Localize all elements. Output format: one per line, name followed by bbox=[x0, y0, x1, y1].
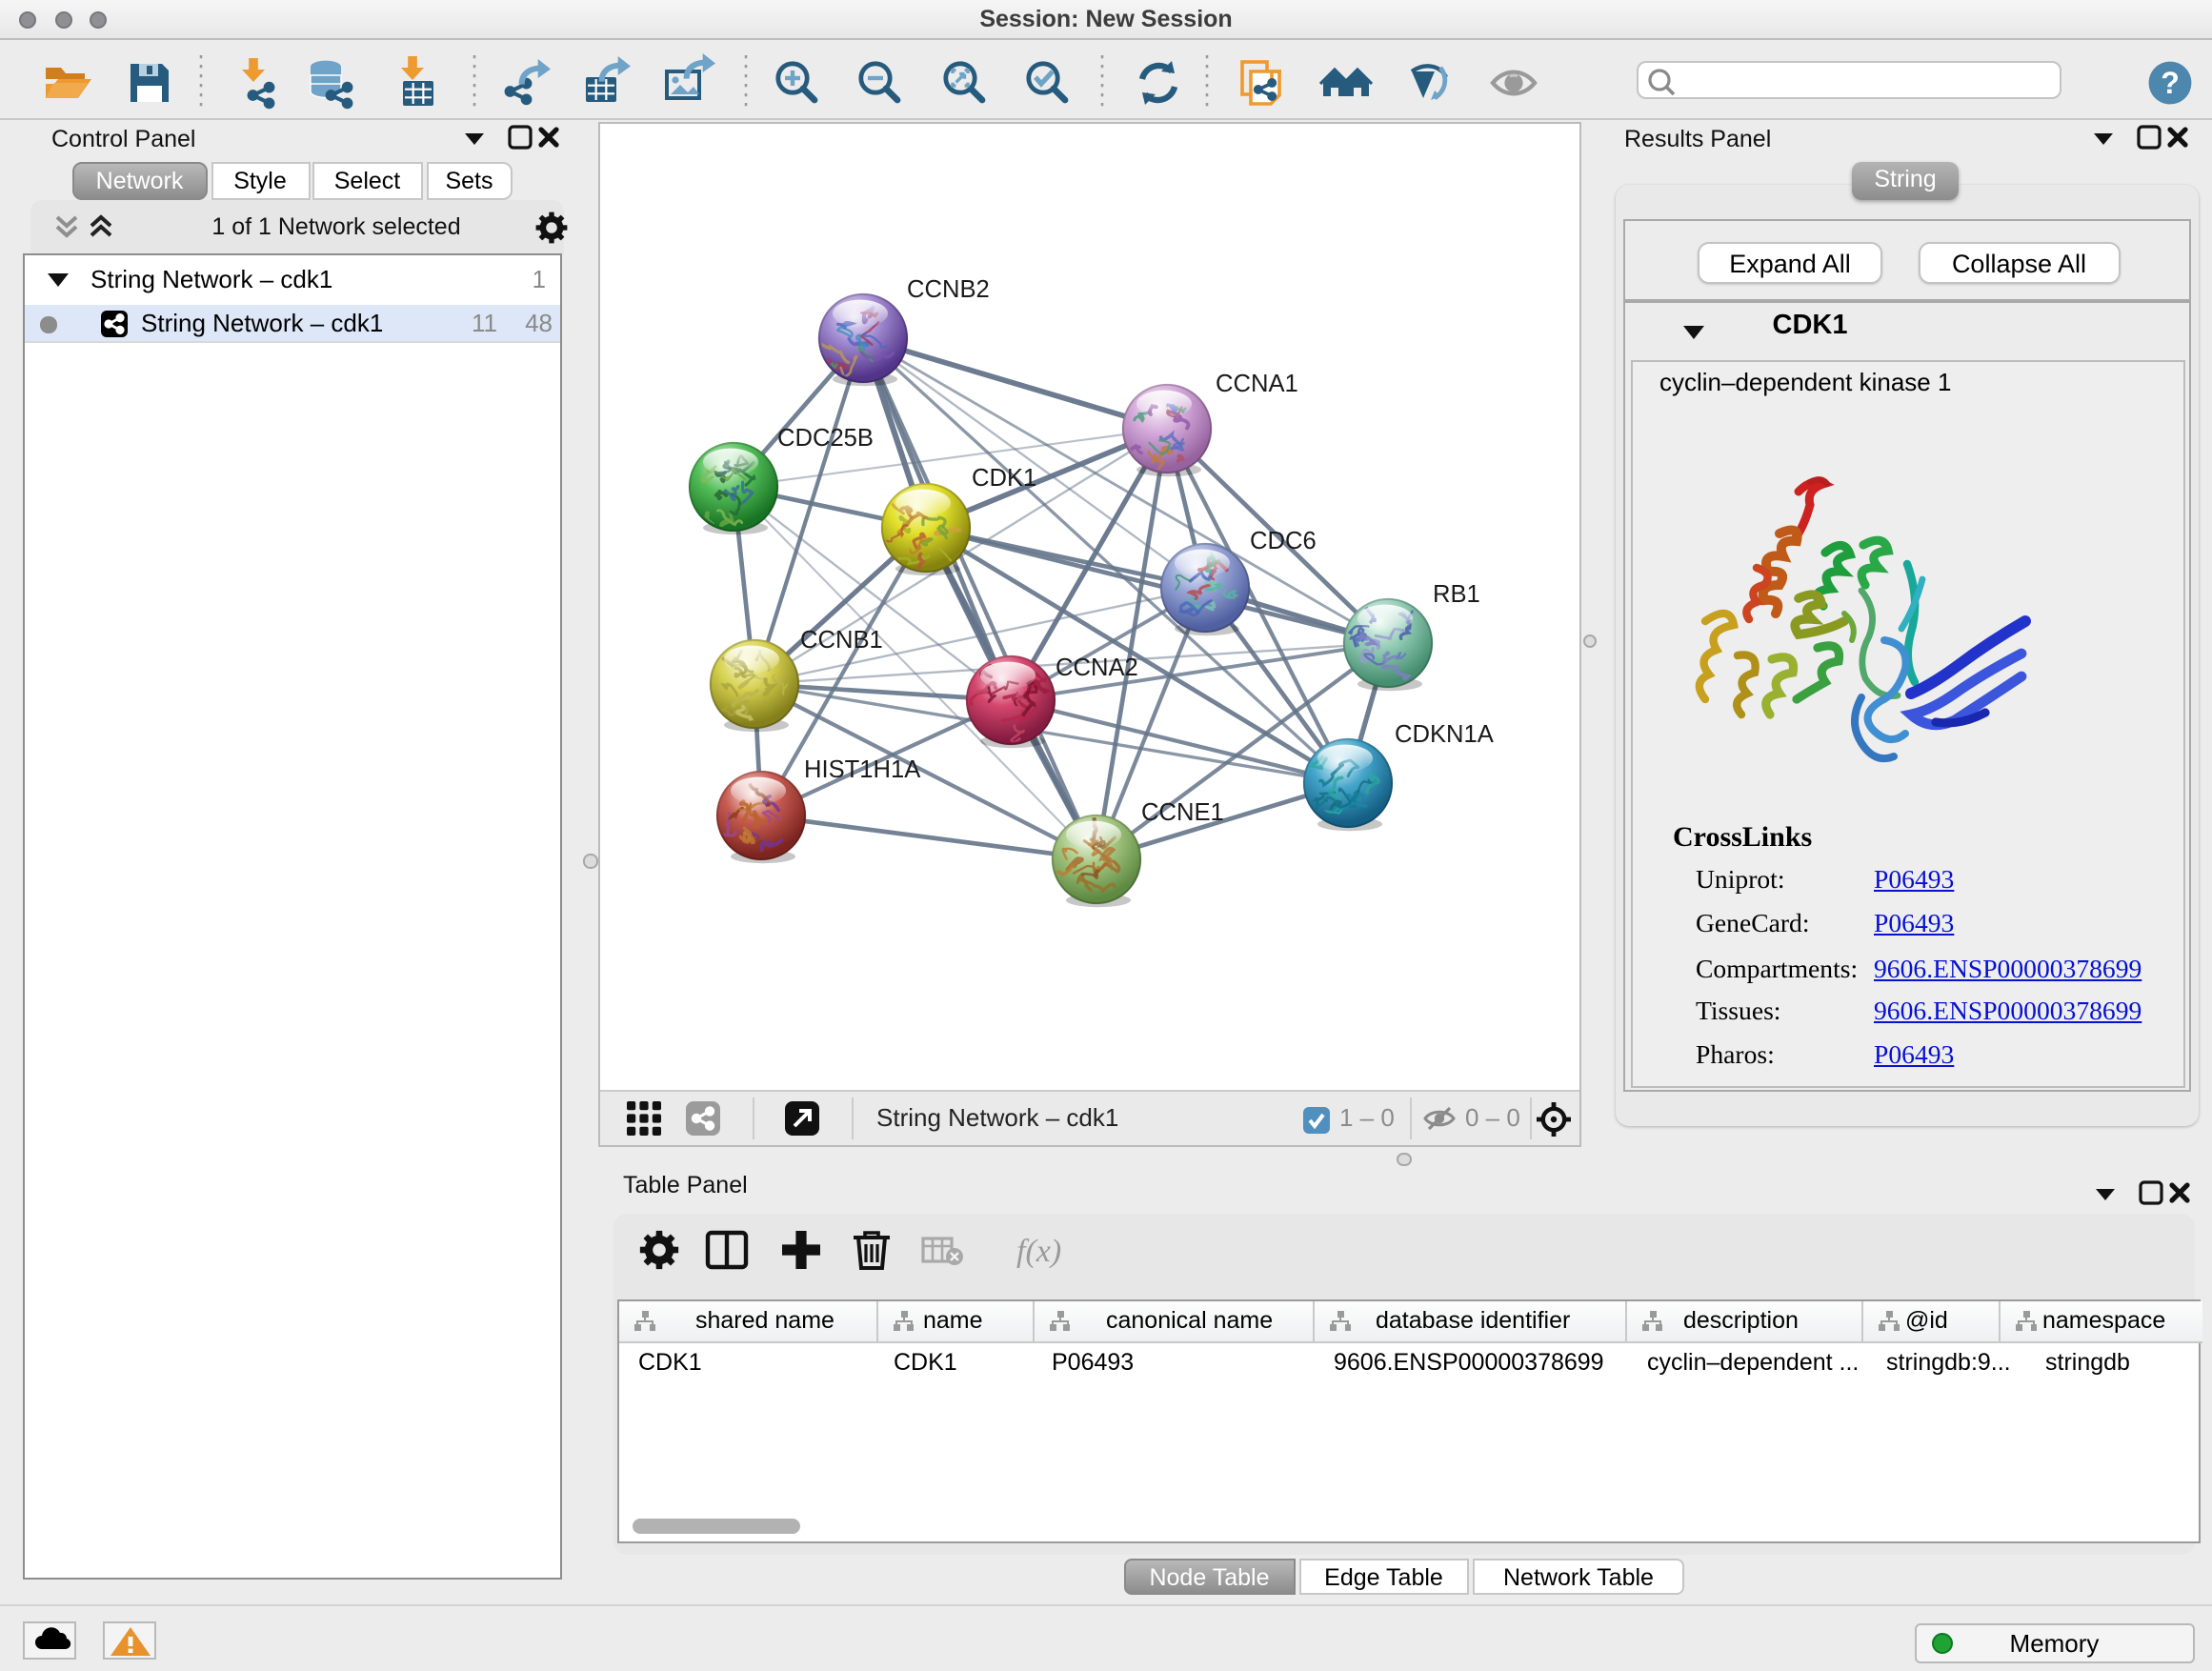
svg-text:CCNA2: CCNA2 bbox=[1056, 654, 1138, 680]
svg-text:CDC6: CDC6 bbox=[1250, 527, 1317, 554]
svg-text:RB1: RB1 bbox=[1433, 580, 1480, 607]
svg-text:?: ? bbox=[2161, 66, 2180, 100]
svg-text:CDC25B: CDC25B bbox=[777, 424, 874, 451]
svg-text:HIST1H1A: HIST1H1A bbox=[804, 755, 921, 782]
svg-text:CDKN1A: CDKN1A bbox=[1395, 720, 1495, 747]
svg-text:CCNE1: CCNE1 bbox=[1141, 798, 1224, 825]
svg-text:CCNA1: CCNA1 bbox=[1216, 370, 1298, 396]
svg-text:f(x): f(x) bbox=[1016, 1234, 1061, 1269]
svg-text:CCNB1: CCNB1 bbox=[800, 626, 883, 653]
svg-text:CDK1: CDK1 bbox=[972, 464, 1036, 491]
svg-text:CCNB2: CCNB2 bbox=[907, 275, 990, 302]
